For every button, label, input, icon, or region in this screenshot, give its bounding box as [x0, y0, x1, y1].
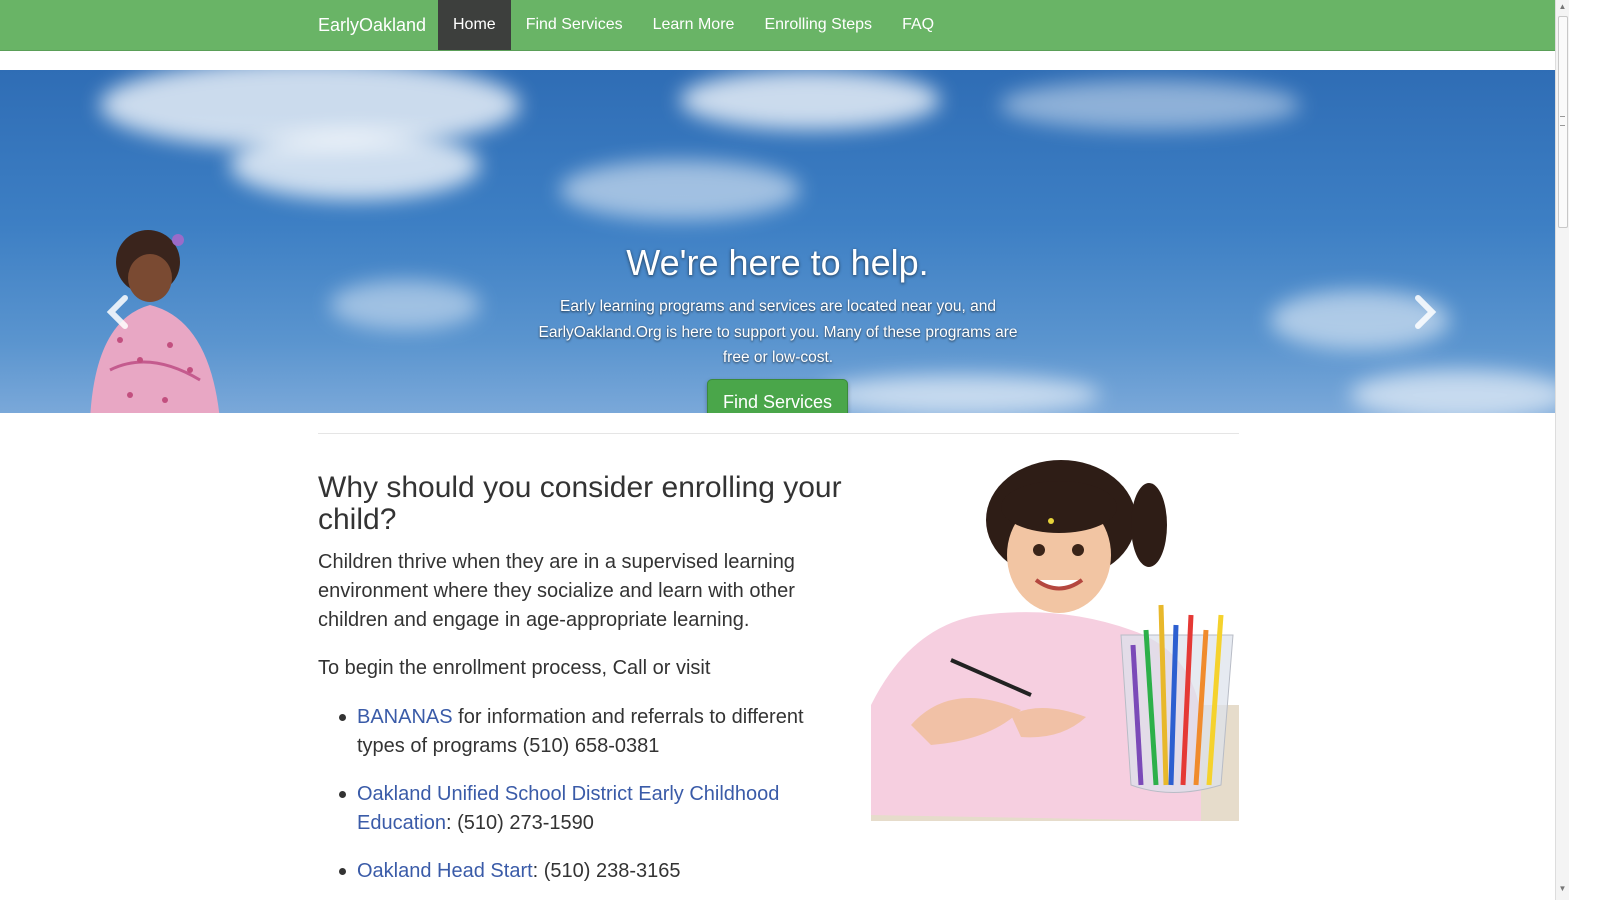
- section-heading: Why should you consider enrolling your c…: [318, 471, 842, 536]
- nav-item-faq[interactable]: FAQ: [887, 0, 949, 50]
- page-scrollbar[interactable]: ▲ ▼: [1555, 0, 1569, 900]
- nav-item-learn-more[interactable]: Learn More: [638, 0, 750, 50]
- hero-title: We're here to help.: [626, 242, 929, 283]
- carousel-prev-icon[interactable]: [103, 292, 133, 332]
- top-navbar: EarlyOakland Home Find Services Learn Mo…: [0, 0, 1555, 51]
- cloud-decoration: [680, 70, 940, 130]
- main-nav: Home Find Services Learn More Enrolling …: [438, 0, 949, 50]
- cloud-decoration: [330, 280, 480, 330]
- child-drawing-illustration: [871, 460, 1239, 821]
- carousel-next-icon[interactable]: [1410, 292, 1440, 332]
- cloud-decoration: [1350, 370, 1555, 413]
- brand-logo-link[interactable]: EarlyOakland: [318, 0, 426, 50]
- cloud-decoration: [1000, 80, 1300, 130]
- cloud-decoration: [560, 160, 800, 220]
- intro-paragraph: Children thrive when they are in a super…: [318, 551, 795, 631]
- list-item: BANANAS for information and referrals to…: [318, 703, 848, 761]
- scroll-up-icon[interactable]: ▲: [1558, 2, 1567, 12]
- hero-carousel: We're here to help. Early learning progr…: [0, 70, 1555, 413]
- head-start-link[interactable]: Oakland Head Start: [357, 860, 533, 882]
- find-services-button[interactable]: Find Services: [707, 379, 848, 413]
- contact-list: BANANAS for information and referrals to…: [318, 703, 848, 905]
- cloud-decoration: [820, 375, 1100, 413]
- scroll-down-icon[interactable]: ▼: [1558, 884, 1567, 894]
- nav-item-enrolling-steps[interactable]: Enrolling Steps: [749, 0, 887, 50]
- list-item: Oakland Head Start: (510) 238-3165: [318, 857, 848, 886]
- list-item: Oakland Unified School District Early Ch…: [318, 780, 848, 838]
- hero-description: Early learning programs and services are…: [538, 298, 1018, 366]
- nav-item-home[interactable]: Home: [438, 0, 511, 50]
- section-divider: [318, 433, 1239, 434]
- bananas-link[interactable]: BANANAS: [357, 706, 453, 728]
- list-item-text: : (510) 238-3165: [532, 860, 681, 882]
- nav-item-find-services[interactable]: Find Services: [511, 0, 638, 50]
- child-drawing-photo: [871, 455, 1239, 821]
- cloud-decoration: [230, 130, 480, 200]
- list-item-text: : (510) 273-1590: [445, 812, 594, 834]
- scroll-grip-icon: [1560, 116, 1565, 126]
- enroll-paragraph: To begin the enrollment process, Call or…: [318, 657, 711, 679]
